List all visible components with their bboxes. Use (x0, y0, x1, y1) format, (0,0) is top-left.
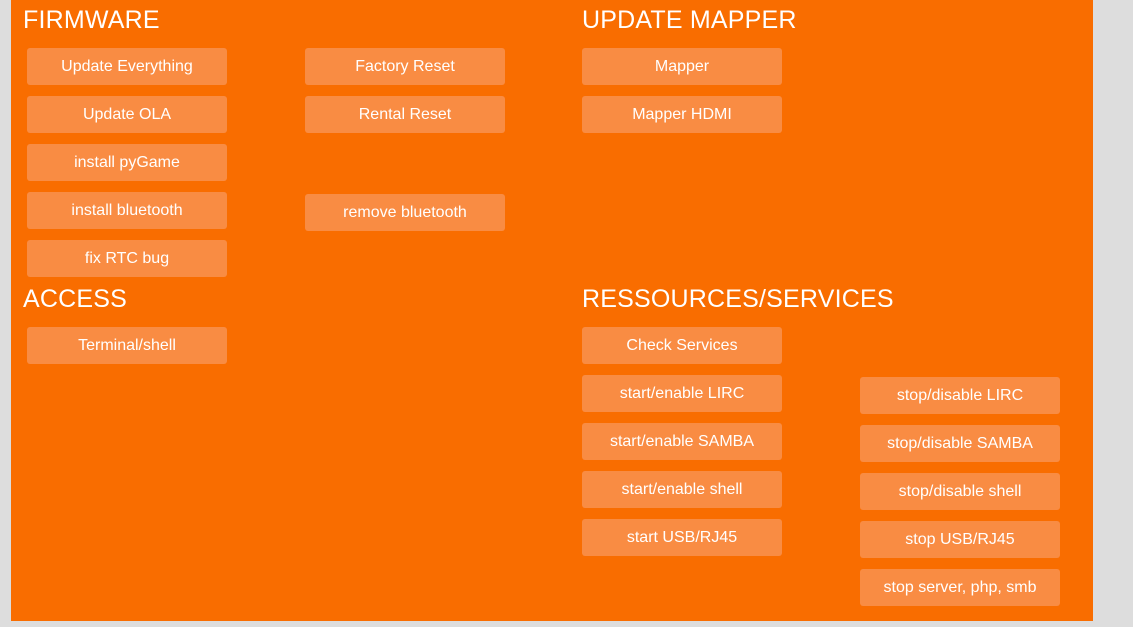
app-root: FIRMWARE Update Everything Update OLA in… (0, 0, 1133, 627)
stop-disable-shell-button[interactable]: stop/disable shell (860, 473, 1060, 510)
stop-disable-lirc-button[interactable]: stop/disable LIRC (860, 377, 1060, 414)
install-pygame-button[interactable]: install pyGame (27, 144, 227, 181)
section-title-access: ACCESS (23, 285, 128, 313)
stop-disable-samba-button[interactable]: stop/disable SAMBA (860, 425, 1060, 462)
start-enable-lirc-button[interactable]: start/enable LIRC (582, 375, 782, 412)
remove-bluetooth-button[interactable]: remove bluetooth (305, 194, 505, 231)
start-enable-samba-button[interactable]: start/enable SAMBA (582, 423, 782, 460)
mapper-button[interactable]: Mapper (582, 48, 782, 85)
start-enable-shell-button[interactable]: start/enable shell (582, 471, 782, 508)
install-bluetooth-button[interactable]: install bluetooth (27, 192, 227, 229)
right-scrollbar-gutter[interactable] (1093, 0, 1133, 627)
fix-rtc-bug-button[interactable]: fix RTC bug (27, 240, 227, 277)
rental-reset-button[interactable]: Rental Reset (305, 96, 505, 133)
stop-server-php-smb-button[interactable]: stop server, php, smb (860, 569, 1060, 606)
section-title-firmware: FIRMWARE (23, 6, 160, 34)
stop-usb-rj45-button[interactable]: stop USB/RJ45 (860, 521, 1060, 558)
section-title-update-mapper: UPDATE MAPPER (582, 6, 797, 34)
section-title-resources-services: RESSOURCES/SERVICES (582, 285, 894, 313)
terminal-shell-button[interactable]: Terminal/shell (27, 327, 227, 364)
start-usb-rj45-button[interactable]: start USB/RJ45 (582, 519, 782, 556)
bottom-gutter (0, 621, 1133, 627)
factory-reset-button[interactable]: Factory Reset (305, 48, 505, 85)
update-everything-button[interactable]: Update Everything (27, 48, 227, 85)
check-services-button[interactable]: Check Services (582, 327, 782, 364)
mapper-hdmi-button[interactable]: Mapper HDMI (582, 96, 782, 133)
left-gutter (0, 0, 11, 627)
update-ola-button[interactable]: Update OLA (27, 96, 227, 133)
control-panel-canvas: FIRMWARE Update Everything Update OLA in… (11, 0, 1093, 621)
